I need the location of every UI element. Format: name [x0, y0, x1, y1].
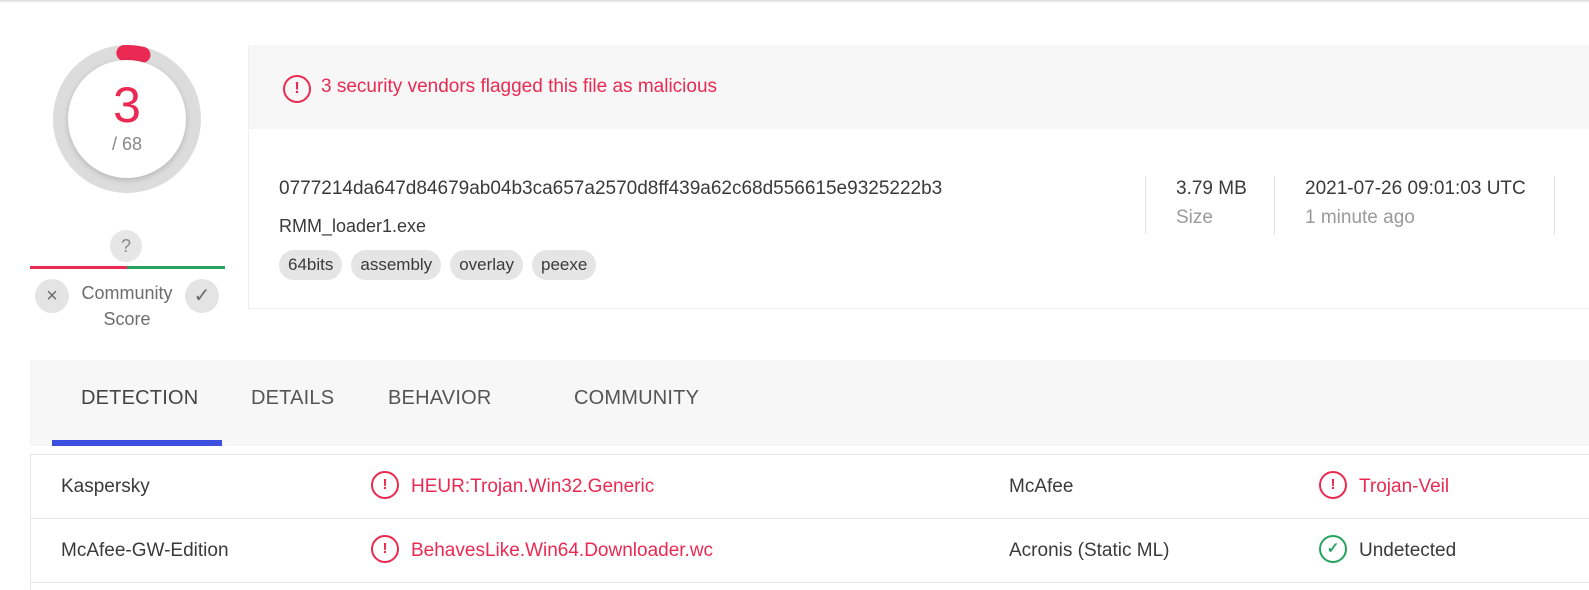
- check-circle-icon: ✓: [1319, 535, 1347, 563]
- tab-detection[interactable]: DETECTION: [81, 387, 198, 410]
- tag-64bits[interactable]: 64bits: [279, 250, 343, 280]
- tag-assembly[interactable]: assembly: [351, 250, 442, 280]
- community-score-value: ?: [110, 230, 142, 262]
- tab-behavior[interactable]: BEHAVIOR: [388, 387, 491, 410]
- check-icon: ✓: [193, 285, 211, 307]
- detection-result[interactable]: Trojan-Veil: [1359, 476, 1449, 498]
- active-tab-indicator: [52, 440, 222, 446]
- malicious-icon: !: [371, 471, 399, 499]
- file-size-label: Size: [1176, 207, 1213, 228]
- tag-peexe[interactable]: peexe: [532, 250, 597, 280]
- detection-count: 3: [113, 77, 141, 133]
- tab-details[interactable]: DETAILS: [251, 387, 334, 410]
- malicious-alert-banner: ! 3 security vendors flagged this file a…: [248, 45, 1589, 129]
- malicious-icon: !: [371, 535, 399, 563]
- file-name: RMM_loader1.exe: [279, 216, 427, 236]
- report-tabs: DETECTION DETAILS BEHAVIOR COMMUNITY: [30, 360, 1589, 446]
- vendor-name: Acronis (Static ML): [1009, 540, 1170, 561]
- upvote-button[interactable]: ✓: [185, 279, 219, 313]
- file-info-panel: 0777214da647d84679ab04b3ca657a2570d8ff43…: [248, 130, 1589, 309]
- community-score-label: Community Score: [81, 283, 173, 329]
- engine-total: / 68: [111, 134, 143, 154]
- alert-icon: !: [283, 75, 311, 103]
- table-row: Kaspersky ! HEUR:Trojan.Win32.Generic Mc…: [31, 455, 1589, 519]
- tag-overlay[interactable]: overlay: [450, 250, 523, 280]
- downvote-button[interactable]: ×: [35, 279, 69, 313]
- detection-result[interactable]: HEUR:Trojan.Win32.Generic: [411, 476, 654, 498]
- file-hash[interactable]: 0777214da647d84679ab04b3ca657a2570d8ff43…: [279, 178, 942, 200]
- community-score-bar-positive: [127, 266, 225, 269]
- malicious-icon: !: [1319, 471, 1347, 499]
- close-icon: ×: [46, 285, 58, 307]
- detection-result[interactable]: BehavesLike.Win64.Downloader.wc: [411, 540, 713, 562]
- tab-community[interactable]: COMMUNITY: [574, 387, 699, 410]
- file-tags: 64bits assembly overlay peexe: [279, 250, 597, 280]
- detection-table: Kaspersky ! HEUR:Trojan.Win32.Generic Mc…: [30, 454, 1589, 590]
- analysis-relative-time: 1 minute ago: [1305, 207, 1415, 228]
- community-score-bar-negative: [30, 266, 127, 269]
- gauge-center: 3 / 68: [68, 60, 186, 178]
- analysis-date: 2021-07-26 09:01:03 UTC: [1305, 178, 1526, 199]
- divider: [1145, 176, 1146, 234]
- alert-text: 3 security vendors flagged this file as …: [321, 76, 718, 97]
- vendor-name: McAfee-GW-Edition: [61, 540, 229, 561]
- vendor-name: McAfee: [1009, 476, 1074, 497]
- vendor-name: Kaspersky: [61, 476, 150, 497]
- divider: [1274, 176, 1275, 234]
- file-size-value: 3.79 MB: [1176, 178, 1247, 199]
- detection-result: Undetected: [1359, 540, 1457, 561]
- detection-score-gauge: 3 / 68: [52, 44, 202, 194]
- divider: [1554, 176, 1555, 234]
- top-shadow: [0, 0, 1589, 3]
- table-row: McAfee-GW-Edition ! BehavesLike.Win64.Do…: [31, 519, 1589, 583]
